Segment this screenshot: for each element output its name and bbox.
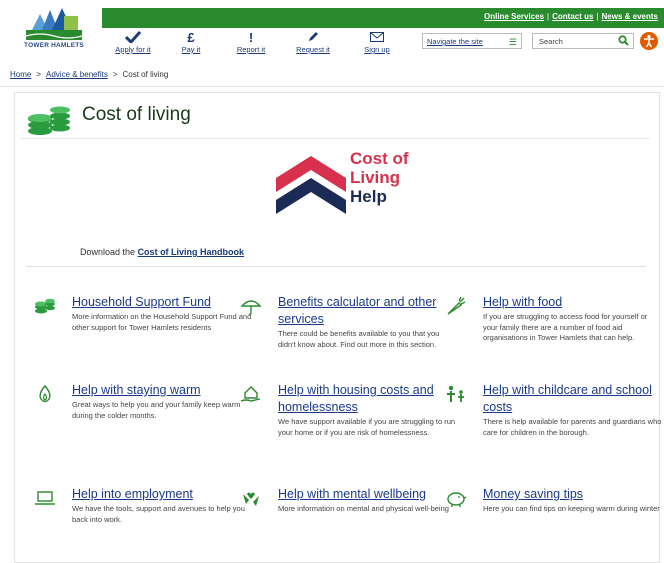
card-title-link[interactable]: Money saving tips [483,486,663,503]
logo-line-1: Cost of [350,149,409,168]
card-title-link[interactable]: Help with childcare and school costs [483,382,663,416]
card-help-into-employment: Help into employment We have the tools, … [35,486,252,525]
card-description: There could be benefits available to you… [278,329,440,349]
logo-line-2: Living [350,168,401,187]
hamburger-icon: ☰ [508,37,517,47]
card-description: If you are struggling to access food for… [483,312,648,342]
card-title-link[interactable]: Help into employment [72,486,252,503]
card-description: There is help available for parents and … [483,417,662,437]
card-housing-costs: Help with housing costs and homelessness… [240,382,458,438]
umbrella-icon [240,296,262,316]
card-household-support-fund: Household Support Fund More information … [35,294,252,333]
nav-label: Pay it [181,45,201,54]
site-header: TOWER HAMLETS Online Services | Contact us… [0,0,664,58]
piggy-bank-icon [445,488,467,508]
divider [26,266,646,267]
breadcrumb-separator: > [112,70,118,79]
card-staying-warm: Help with staying warm Great ways to hel… [39,382,252,421]
flame-icon [34,384,56,404]
nav-pay-it[interactable]: £ Pay it [162,29,220,55]
cost-of-living-handbook-link[interactable]: Cost of Living Handbook [138,247,245,257]
card-benefits-calculator: Benefits calculator and other services T… [240,294,458,350]
card-description: Here you can find tips on keeping warm d… [483,504,660,513]
nav-apply-for-it[interactable]: Apply for it [104,30,162,54]
card-help-with-food: Help with food If you are struggling to … [447,294,663,344]
pencil-icon [284,30,342,44]
nav-label: Apply for it [115,45,151,54]
card-description: More information on mental and physical … [278,504,449,513]
contact-us-link[interactable]: Contact us [552,12,593,21]
envelope-icon [348,30,406,44]
cost-of-living-help-logo: Cost of Living Help [276,148,452,218]
card-title-link[interactable]: Help with housing costs and homelessness [278,382,458,416]
logo-line-3: Help [350,187,387,206]
search-placeholder: Search [539,37,563,46]
card-title-link[interactable]: Help with staying warm [72,382,252,399]
pound-icon: £ [187,29,195,45]
online-services-link[interactable]: Online Services [484,12,544,21]
chevron-house-icon [276,156,346,214]
accessibility-icon[interactable] [640,32,658,50]
logo-text: TOWER HAMLETS [24,42,84,49]
carrot-icon [445,296,467,316]
laptop-icon [34,488,56,508]
card-mental-wellbeing: Help with mental wellbeing More informat… [243,486,458,515]
navigate-label: Navigate the site [427,37,483,46]
card-title-link[interactable]: Benefits calculator and other services [278,294,458,328]
nav-sign-up[interactable]: Sign up [348,30,406,54]
nav-request-it[interactable]: Request it [284,30,342,54]
family-icon [445,384,467,404]
divider [20,138,650,139]
download-handbook: Download the Cost of Living Handbook [80,247,244,257]
breadcrumb-separator: > [36,70,42,79]
coins-icon [26,104,72,135]
download-prefix: Download the [80,247,136,257]
top-links-bar: Online Services | Contact us | News & events [102,8,664,28]
breadcrumb-current: Cost of living [122,70,169,79]
card-description: We have support available if you are str… [278,417,456,437]
checkmark-icon [104,30,162,44]
coins-icon [34,296,56,316]
card-title-link[interactable]: Help with mental wellbeing [278,486,458,503]
search-icon[interactable] [618,35,629,48]
card-description: Great ways to help you and your family k… [72,400,241,420]
nav-report-it[interactable]: ! Report it [222,29,280,55]
card-money-saving-tips: Money saving tips Here you can find tips… [447,486,663,515]
tower-hamlets-logo[interactable]: TOWER HAMLETS [4,4,104,56]
separator: | [547,12,550,21]
house-hand-icon [240,384,262,404]
search-input[interactable]: Search [532,33,634,49]
breadcrumb-home[interactable]: Home [10,70,31,79]
news-events-link[interactable]: News & events [602,12,658,21]
card-childcare-school-costs: Help with childcare and school costs The… [447,382,663,438]
breadcrumb-advice-benefits[interactable]: Advice & benefits [46,70,108,79]
card-description: More information on the Household Suppor… [72,312,252,332]
breadcrumb: Home > Advice & benefits > Cost of living [10,70,168,79]
divider [0,86,664,87]
exclamation-icon: ! [248,29,254,45]
page-title: Cost of living [82,104,191,125]
nav-label: Request it [296,45,330,54]
nav-label: Report it [236,45,266,54]
card-title-link[interactable]: Help with food [483,294,663,311]
heart-hands-icon [240,488,262,508]
logo-mark-icon [26,8,82,40]
card-title-link[interactable]: Household Support Fund [72,294,252,311]
nav-label: Sign up [364,45,390,54]
card-description: We have the tools, support and avenues t… [72,504,245,524]
separator: | [596,12,599,21]
navigate-site-menu[interactable]: Navigate the site ☰ [422,33,522,49]
